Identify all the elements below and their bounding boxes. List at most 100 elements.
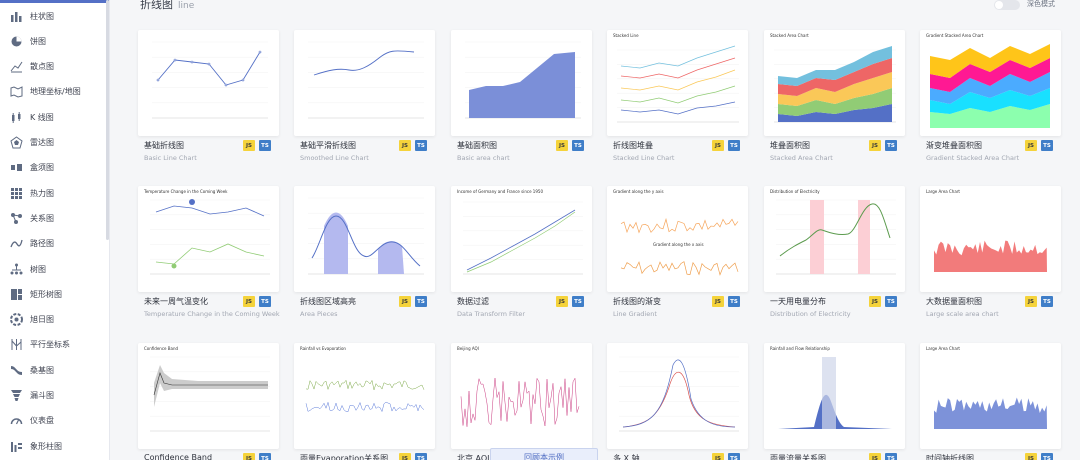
card-title[interactable]: 一天用电量分布 — [770, 296, 826, 307]
card-title[interactable]: 时间轴折线图 — [926, 453, 974, 460]
ts-badge[interactable]: TS — [728, 453, 740, 460]
sidebar-item[interactable]: 雷达图 — [0, 133, 109, 153]
card-title[interactable]: 渐变堆叠面积图 — [926, 140, 982, 151]
card-title[interactable]: 折线图区域高亮 — [300, 296, 356, 307]
ts-badge[interactable]: TS — [415, 140, 427, 151]
card-thumbnail[interactable]: Stacked Area Chart — [764, 30, 905, 136]
sidebar-item[interactable]: 树图 — [0, 259, 109, 279]
ts-badge[interactable]: TS — [259, 453, 271, 460]
js-badge[interactable]: JS — [869, 296, 881, 307]
card-title[interactable]: 大数据量面积图 — [926, 296, 982, 307]
js-badge[interactable]: JS — [399, 296, 411, 307]
js-badge[interactable]: JS — [1025, 296, 1037, 307]
ts-badge[interactable]: TS — [1041, 296, 1053, 307]
js-badge[interactable]: JS — [556, 140, 568, 151]
ts-badge[interactable]: TS — [728, 140, 740, 151]
js-badge[interactable]: JS — [712, 296, 724, 307]
sidebar-item[interactable]: K 线图 — [0, 107, 109, 127]
js-badge[interactable]: JS — [556, 296, 568, 307]
ts-badge[interactable]: TS — [728, 296, 740, 307]
card-thumbnail[interactable]: Gradient along the y axis Gradient along … — [607, 186, 748, 292]
example-card[interactable]: 多 X 轴 JS TS — [607, 343, 748, 460]
card-thumbnail[interactable] — [294, 186, 435, 292]
card-title[interactable]: 折线图的渐变 — [613, 296, 661, 307]
sidebar-item[interactable]: 旭日图 — [0, 310, 109, 330]
card-thumbnail[interactable] — [451, 30, 592, 136]
example-card[interactable]: Rainfall vs Evaporation 雨量Evaporation关系图 J… — [294, 343, 435, 460]
ts-badge[interactable]: TS — [885, 296, 897, 307]
example-card[interactable]: Confidence Band Confidence Band JS TS — [138, 343, 279, 460]
card-thumbnail[interactable]: Rainfall vs Evaporation — [294, 343, 435, 449]
sidebar-item[interactable]: 盒须图 — [0, 158, 109, 178]
ts-badge[interactable]: TS — [885, 140, 897, 151]
card-title[interactable]: 折线图堆叠 — [613, 140, 653, 151]
sidebar-item[interactable]: 桑基图 — [0, 360, 109, 380]
card-thumbnail[interactable]: Income of Germany and France since 1950 — [451, 186, 592, 292]
card-title[interactable]: 未来一周气温变化 — [144, 296, 208, 307]
card-title[interactable]: 基础折线图 — [144, 140, 184, 151]
js-badge[interactable]: JS — [712, 140, 724, 151]
example-card[interactable]: Distribution of Electricity 一天用电量分布 Distri… — [764, 186, 905, 318]
card-thumbnail[interactable]: Beijing AQI — [451, 343, 592, 449]
card-thumbnail[interactable]: Confidence Band — [138, 343, 279, 449]
card-thumbnail[interactable]: Stacked Line — [607, 30, 748, 136]
card-thumbnail[interactable]: Rainfall and Flow Relationship — [764, 343, 905, 449]
example-card[interactable]: Temperature Change in the Coming Week 未来一… — [138, 186, 280, 318]
js-badge[interactable]: JS — [243, 140, 255, 151]
js-badge[interactable]: JS — [712, 453, 724, 460]
ts-badge[interactable]: TS — [1041, 140, 1053, 151]
sidebar-item[interactable]: 漏斗图 — [0, 386, 109, 406]
example-card[interactable]: 折线图区域高亮 Area Pieces JS TS — [294, 186, 435, 318]
example-card[interactable]: Rainfall and Flow Relationship 雨量流量关系图 JS T… — [764, 343, 905, 460]
sidebar-item[interactable]: 象形柱图 — [0, 436, 109, 456]
card-thumbnail[interactable]: Temperature Change in the Coming Week — [138, 186, 279, 292]
example-card[interactable]: Beijing AQI北京 AQIJSTS — [451, 343, 592, 460]
card-title[interactable]: Confidence Band — [144, 453, 212, 460]
sidebar-item[interactable]: 平行坐标系 — [0, 335, 109, 355]
card-thumbnail[interactable] — [607, 343, 748, 449]
example-card[interactable]: Stacked Area Chart 堆叠面积图 Stacked Area Char… — [764, 30, 905, 162]
card-title[interactable]: 雨量Evaporation关系图 — [300, 453, 388, 460]
card-title[interactable]: 基础平滑折线图 — [300, 140, 356, 151]
js-badge[interactable]: JS — [399, 453, 411, 460]
card-title[interactable]: 数据过滤 — [457, 296, 489, 307]
example-card[interactable]: Gradient along the y axis Gradient along … — [607, 186, 748, 318]
card-title[interactable]: 基础面积图 — [457, 140, 497, 151]
sidebar-item[interactable]: 路径图 — [0, 234, 109, 254]
sidebar-item[interactable]: 地理坐标/地图 — [0, 82, 109, 102]
card-title[interactable]: 多 X 轴 — [613, 453, 640, 460]
floating-button[interactable]: 回顾本示例 — [490, 448, 598, 460]
ts-badge[interactable]: TS — [885, 453, 897, 460]
example-card[interactable]: Large Area Chart 时间轴折线图 JS TS — [920, 343, 1061, 460]
js-badge[interactable]: JS — [243, 453, 255, 460]
sidebar-item[interactable]: 矩形树图 — [0, 284, 109, 304]
ts-badge[interactable]: TS — [415, 453, 427, 460]
card-title[interactable]: 雨量流量关系图 — [770, 453, 826, 460]
ts-badge[interactable]: TS — [1041, 453, 1053, 460]
example-card[interactable]: 基础折线图 Basic Line Chart JS TS — [138, 30, 279, 162]
ts-badge[interactable]: TS — [572, 140, 584, 151]
ts-badge[interactable]: TS — [259, 296, 271, 307]
example-card[interactable]: 基础面积图 Basic area chart JS TS — [451, 30, 592, 162]
card-thumbnail[interactable]: Gradient Stacked Area Chart — [920, 30, 1061, 136]
ts-badge[interactable]: TS — [415, 296, 427, 307]
js-badge[interactable]: JS — [243, 296, 255, 307]
sidebar-item[interactable]: 柱状图 — [0, 6, 109, 26]
card-thumbnail[interactable] — [294, 30, 435, 136]
card-thumbnail[interactable]: Large Area Chart — [920, 186, 1061, 292]
js-badge[interactable]: JS — [399, 140, 411, 151]
js-badge[interactable]: JS — [869, 453, 881, 460]
js-badge[interactable]: JS — [1025, 140, 1037, 151]
card-thumbnail[interactable]: Large Area Chart — [920, 343, 1061, 449]
js-badge[interactable]: JS — [869, 140, 881, 151]
card-title[interactable]: 堆叠面积图 — [770, 140, 810, 151]
sidebar-item[interactable]: 仪表盘 — [0, 411, 109, 431]
card-thumbnail[interactable]: Distribution of Electricity — [764, 186, 905, 292]
js-badge[interactable]: JS — [1025, 453, 1037, 460]
example-card[interactable]: Stacked Line 折线图堆叠 Stacked Line Chart JS TS — [607, 30, 748, 162]
sidebar-item[interactable]: 散点图 — [0, 57, 109, 77]
example-card[interactable]: Gradient Stacked Area Chart 渐变堆叠面积图 Gradie… — [920, 30, 1061, 162]
sidebar-item[interactable]: 关系图 — [0, 208, 109, 228]
example-card[interactable]: Income of Germany and France since 1950 数… — [451, 186, 592, 318]
example-card[interactable]: 基础平滑折线图 Smoothed Line Chart JS TS — [294, 30, 435, 162]
